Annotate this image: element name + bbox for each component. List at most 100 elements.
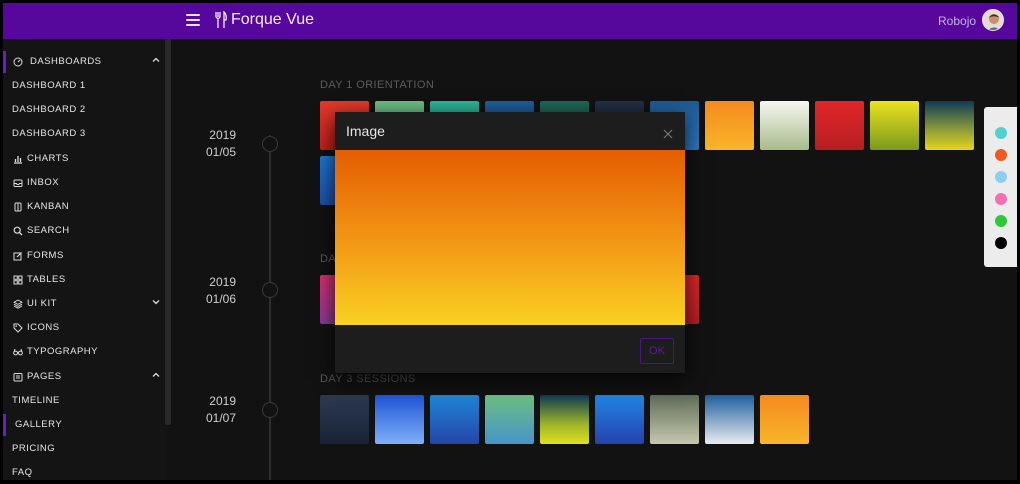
sidebar-item-label: FORMS	[27, 250, 64, 261]
sidebar-item-typography[interactable]: TYPOGRAPHY	[3, 341, 167, 363]
sidebar-item-label: DASHBOARD 2	[12, 104, 86, 115]
sidebar-item-faq[interactable]: FAQ	[3, 462, 167, 480]
sidebar-item-label: PRICING	[12, 443, 56, 454]
section-title: DA	[320, 253, 337, 265]
timeline-day: 01/05	[205, 145, 236, 159]
sidebar-item-pricing[interactable]: PRICING	[3, 438, 167, 460]
sidebar-item-dashboard-3[interactable]: DASHBOARD 3	[3, 123, 167, 145]
gallery-thumbnail[interactable]	[375, 395, 424, 444]
gallery-thumbnail[interactable]	[760, 395, 809, 444]
gallery-thumbnail[interactable]	[595, 395, 644, 444]
sidebar-item-dashboard-2[interactable]: DASHBOARD 2	[3, 99, 167, 121]
pages-icon	[13, 373, 23, 382]
timeline-year: 2019	[209, 128, 236, 142]
close-icon[interactable]	[663, 129, 673, 139]
sidebar-item-label: DASHBOARD 3	[12, 128, 86, 139]
timeline-date: 2019 01/06	[176, 274, 236, 308]
user-name[interactable]: Robojo	[938, 14, 976, 28]
sidebar: DASHBOARDS DASHBOARD 1 DASHBOARD 2 DASHB…	[3, 39, 167, 480]
gallery-thumbnail[interactable]	[540, 395, 589, 444]
app-header: Forque Vue Robojo	[3, 3, 1017, 39]
sidebar-item-icons[interactable]: ICONS	[3, 317, 167, 339]
sidebar-item-label: ICONS	[27, 322, 60, 333]
gallery-thumbnail[interactable]	[485, 395, 534, 444]
ok-button[interactable]: OK	[640, 338, 674, 364]
color-swatch[interactable]	[995, 237, 1007, 249]
inbox-icon	[13, 179, 23, 187]
sidebar-item-label: UI KIT	[27, 298, 57, 309]
dialog-title: Image	[346, 123, 385, 139]
chevron-up-icon[interactable]	[151, 55, 161, 65]
gallery-thumbnail[interactable]	[760, 101, 809, 150]
image-dialog: Image OK	[335, 112, 685, 373]
kanban-icon	[14, 202, 22, 212]
color-swatch[interactable]	[995, 127, 1007, 139]
brand-title: Forque Vue	[231, 11, 315, 28]
sidebar-item-tables[interactable]: TABLES	[3, 269, 167, 291]
tag-icon	[13, 323, 23, 333]
color-swatch[interactable]	[995, 215, 1007, 227]
gallery-thumbnail[interactable]	[815, 101, 864, 150]
gallery-thumbnail[interactable]	[320, 395, 369, 444]
sidebar-item-label: SEARCH	[27, 225, 70, 236]
timeline-dot	[262, 282, 278, 298]
layers-icon	[13, 299, 23, 309]
timeline-date: 2019 01/07	[176, 393, 236, 427]
sidebar-item-label: FAQ	[12, 467, 33, 478]
gallery-thumbnail[interactable]	[705, 101, 754, 150]
gallery-thumbnail[interactable]	[705, 395, 754, 444]
timeline-year: 2019	[209, 394, 236, 408]
color-picker-panel	[984, 107, 1017, 267]
sidebar-item-kanban[interactable]: KANBAN	[3, 196, 167, 218]
color-swatch[interactable]	[995, 171, 1007, 183]
sidebar-item-label: TYPOGRAPHY	[27, 346, 98, 357]
timeline-year: 2019	[209, 275, 236, 289]
gallery-thumbnail[interactable]	[650, 395, 699, 444]
timeline-line	[269, 135, 271, 480]
sidebar-item-label: PAGES	[27, 371, 62, 382]
chevron-down-icon[interactable]	[151, 297, 161, 307]
sidebar-item-label: DASHBOARD 1	[12, 80, 86, 91]
sidebar-item-ui-kit[interactable]: UI KIT	[3, 293, 167, 315]
bar-chart-icon	[14, 156, 22, 164]
timeline-dot	[262, 402, 278, 418]
edit-icon	[13, 252, 22, 261]
sidebar-item-search[interactable]: SEARCH	[3, 220, 167, 242]
sidebar-item-forms[interactable]: FORMS	[3, 245, 167, 267]
sidebar-item-charts[interactable]: CHARTS	[3, 148, 167, 170]
sidebar-item-label: TIMELINE	[12, 395, 60, 406]
section-title: DAY 1 ORIENTATION	[320, 79, 435, 91]
sidebar-item-timeline[interactable]: TIMELINE	[3, 390, 167, 412]
color-swatch[interactable]	[995, 193, 1007, 205]
timeline-day: 01/06	[205, 292, 236, 306]
gauge-icon	[13, 57, 23, 67]
app-window: Forque Vue Robojo DASHBOARDS DASHBOARD 1…	[3, 3, 1017, 480]
sidebar-item-label: KANBAN	[27, 201, 70, 212]
sidebar-item-inbox[interactable]: INBOX	[3, 172, 167, 194]
grid-icon	[13, 275, 23, 285]
sidebar-item-label: DASHBOARDS	[30, 56, 102, 67]
color-swatch[interactable]	[995, 149, 1007, 161]
menu-icon[interactable]	[186, 14, 200, 26]
gallery-thumbnail[interactable]	[870, 101, 919, 150]
dialog-image-preview	[335, 150, 685, 325]
timeline-dot	[262, 136, 278, 152]
sidebar-item-pages[interactable]: PAGES	[3, 366, 167, 388]
sidebar-item-label: CHARTS	[27, 153, 69, 164]
sidebar-item-label: TABLES	[27, 274, 66, 285]
sidebar-item-label: INBOX	[27, 177, 60, 188]
sidebar-item-dashboards[interactable]: DASHBOARDS	[3, 51, 167, 73]
fork-knife-icon	[215, 11, 227, 28]
gallery-thumbnail[interactable]	[925, 101, 974, 150]
sidebar-item-dashboard-1[interactable]: DASHBOARD 1	[3, 75, 167, 97]
search-icon	[13, 226, 23, 236]
timeline-date: 2019 01/05	[176, 127, 236, 161]
sidebar-scrollbar[interactable]	[165, 39, 171, 425]
avatar[interactable]	[982, 9, 1004, 31]
section-title: DAY 3 SESSIONS	[320, 373, 416, 385]
sidebar-item-gallery[interactable]: GALLERY	[3, 414, 167, 436]
sidebar-item-label: GALLERY	[15, 419, 63, 430]
chevron-up-icon[interactable]	[151, 370, 161, 380]
glasses-icon	[13, 348, 23, 356]
gallery-thumbnail[interactable]	[430, 395, 479, 444]
